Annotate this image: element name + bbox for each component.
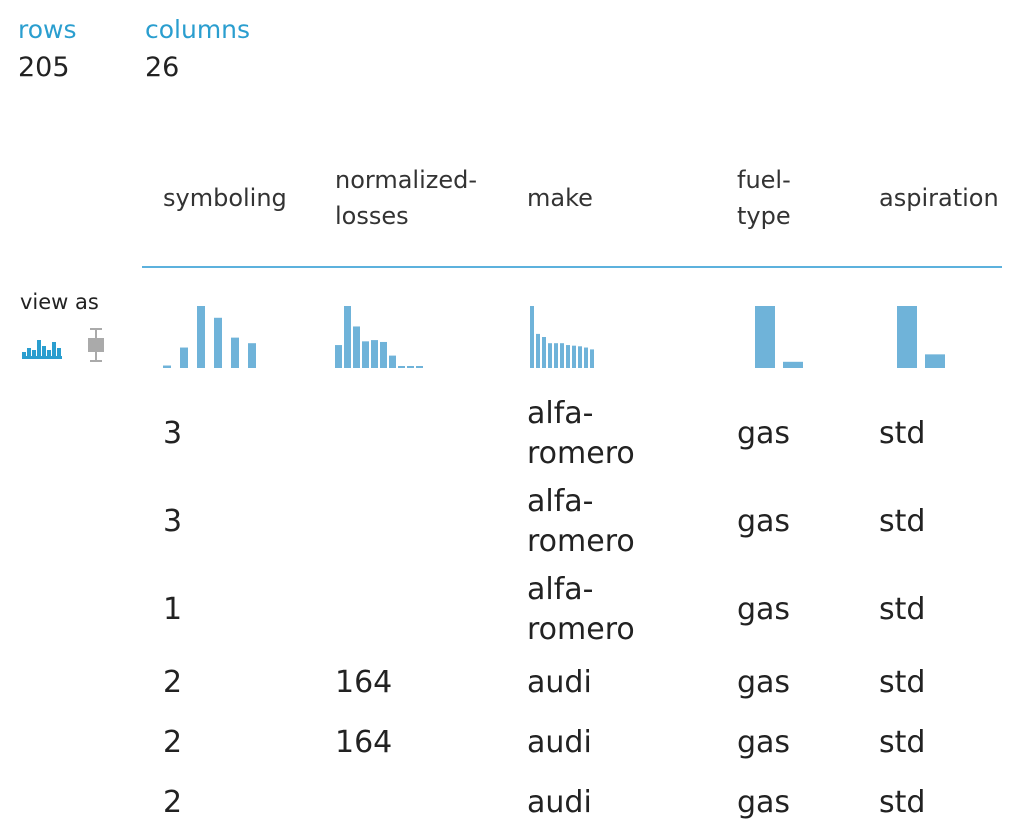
histogram-bar	[536, 333, 540, 368]
histogram-bar	[231, 337, 239, 368]
histogram-bar	[362, 341, 369, 368]
cell-fuel-type: gas	[737, 504, 791, 539]
histogram-bar	[554, 343, 558, 368]
cell-normalized-losses: 164	[335, 725, 393, 760]
columns-label: columns	[145, 15, 251, 44]
histogram-bar	[530, 306, 534, 368]
histogram-bar	[566, 345, 570, 368]
column-header-aspiration[interactable]: aspiration	[879, 158, 1009, 238]
cell-symboling: 3	[163, 416, 183, 451]
column-header-label-line2: type	[737, 202, 791, 230]
view-as-label: view as	[20, 290, 99, 314]
cell-fuel-type: gas	[737, 592, 791, 627]
boxplot-icon[interactable]	[88, 328, 104, 362]
column-header-label: symboling	[163, 184, 287, 212]
columns-value: 26	[145, 52, 180, 83]
cell-fuel-type: gas	[737, 725, 791, 760]
histogram-bar	[180, 347, 188, 368]
rows-value: 205	[18, 52, 70, 83]
histogram-bar	[755, 306, 775, 368]
histogram-aspiration[interactable]	[897, 300, 957, 370]
histogram-bar	[590, 349, 594, 368]
histogram-bar	[578, 346, 582, 368]
cell-aspiration: std	[879, 725, 926, 760]
table-header: symboling normalized- losses make fuel- …	[163, 158, 1003, 238]
histogram-bar	[416, 366, 423, 368]
column-header-symboling[interactable]: symboling	[163, 158, 323, 238]
cell-symboling: 2	[163, 725, 183, 760]
column-header-make[interactable]: make	[527, 158, 727, 238]
column-header-normalized-losses[interactable]: normalized- losses	[335, 158, 505, 238]
column-header-label: make	[527, 184, 593, 212]
histogram-symboling[interactable]	[163, 300, 263, 370]
cell-fuel-type: gas	[737, 665, 791, 700]
cell-aspiration: std	[879, 504, 926, 539]
cell-aspiration: std	[879, 665, 926, 700]
column-header-fuel-type[interactable]: fuel- type	[737, 158, 857, 238]
cell-symboling: 2	[163, 665, 183, 700]
rows-stat: rows 205	[18, 14, 77, 86]
cell-symboling: 3	[163, 504, 183, 539]
histogram-make[interactable]	[530, 300, 630, 370]
table-row: 2 164 audi gas std	[163, 662, 1003, 704]
histogram-bar	[197, 306, 205, 368]
column-header-label-line2: losses	[335, 202, 409, 230]
histogram-bar	[572, 345, 576, 368]
cell-symboling: 1	[163, 592, 183, 627]
table-row: 3 alfa- romero gas std	[163, 393, 1003, 475]
cell-normalized-losses	[335, 569, 505, 651]
cell-make: alfa- romero	[527, 484, 635, 559]
table-row: 1 alfa- romero gas std	[163, 569, 1003, 651]
histogram-bar	[407, 366, 414, 368]
view-as-toggle	[20, 326, 120, 366]
histogram-bar	[248, 343, 256, 368]
histogram-bar	[335, 345, 342, 368]
histogram-normalized-losses[interactable]	[335, 300, 435, 370]
header-divider	[142, 266, 1002, 268]
histogram-bar	[380, 341, 387, 368]
cell-fuel-type: gas	[737, 416, 791, 451]
histogram-bar	[560, 343, 564, 368]
histogram-bar	[353, 326, 360, 368]
cell-normalized-losses	[335, 481, 505, 563]
cell-make: alfa- romero	[527, 572, 635, 647]
histogram-bar	[371, 340, 378, 368]
histogram-bar	[398, 366, 405, 368]
cell-aspiration: std	[879, 416, 926, 451]
histogram-icon[interactable]	[22, 340, 62, 359]
histogram-bar	[783, 361, 803, 368]
histogram-bar	[897, 306, 917, 368]
cell-normalized-losses	[335, 393, 505, 475]
histogram-bar	[548, 343, 552, 368]
table-row: 3 alfa- romero gas std	[163, 481, 1003, 563]
histogram-bar	[584, 347, 588, 368]
columns-stat: columns 26	[145, 14, 250, 86]
column-header-label: aspiration	[879, 184, 999, 212]
histogram-bar	[542, 337, 546, 368]
histogram-fuel-type[interactable]	[755, 300, 815, 370]
histogram-bar	[925, 354, 945, 368]
histogram-bar	[214, 317, 222, 368]
histogram-bar	[344, 306, 351, 368]
column-header-label: fuel-	[737, 166, 791, 194]
histogram-bar	[389, 355, 396, 368]
cell-make: audi	[527, 725, 592, 760]
cell-make: audi	[527, 665, 592, 700]
column-header-label: normalized-	[335, 166, 478, 194]
table-row: 2 164 audi gas std	[163, 722, 1003, 764]
cell-normalized-losses: 164	[335, 665, 393, 700]
histogram-bar	[163, 365, 171, 368]
rows-label: rows	[18, 15, 77, 44]
cell-aspiration: std	[879, 592, 926, 627]
cell-make: alfa- romero	[527, 396, 635, 471]
